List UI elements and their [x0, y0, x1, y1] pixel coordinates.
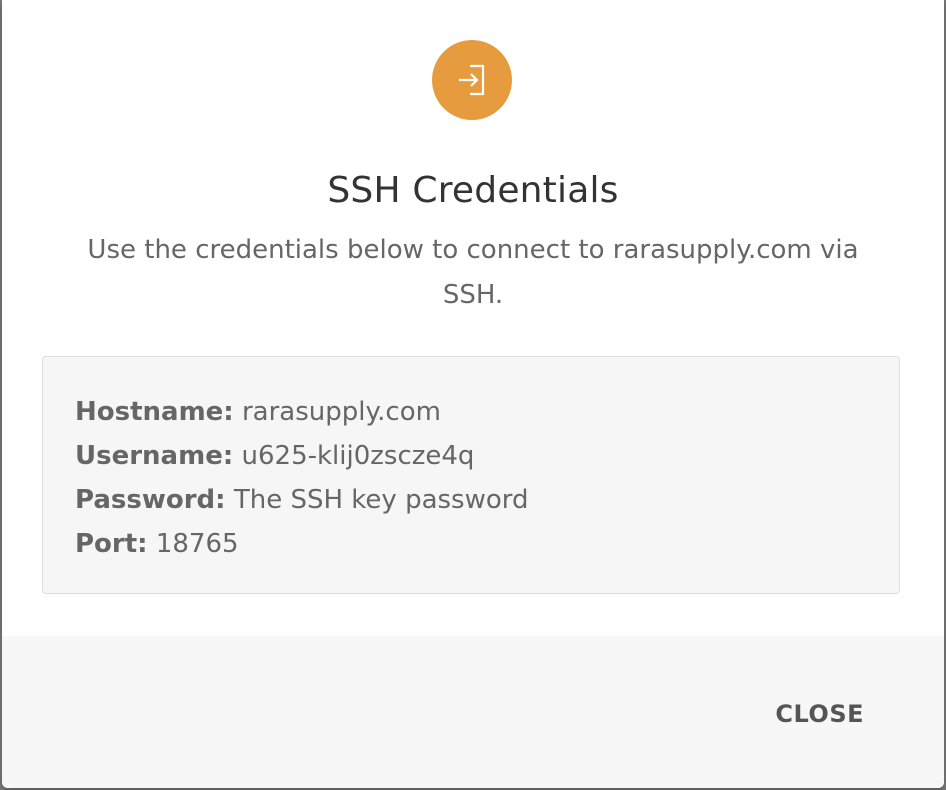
port-label: Port:: [75, 529, 148, 559]
dialog-title: SSH Credentials: [327, 170, 619, 211]
credential-row-hostname: Hostname: rarasupply.com: [75, 390, 899, 434]
login-arrow-icon: [459, 64, 485, 96]
hostname-label: Hostname:: [75, 397, 234, 427]
ssh-credentials-dialog: SSH Credentials Use the credentials belo…: [2, 0, 944, 788]
credential-row-port: Port: 18765: [75, 522, 899, 566]
credential-row-password: Password: The SSH key password: [75, 478, 899, 522]
credential-row-username: Username: u625-klij0zscze4q: [75, 434, 899, 478]
hostname-value: rarasupply.com: [241, 397, 441, 427]
dialog-footer: CLOSE: [2, 636, 944, 788]
dialog-icon-circle: [432, 40, 512, 120]
username-value: u625-klij0zscze4q: [241, 441, 475, 471]
password-label: Password:: [75, 485, 226, 515]
username-label: Username:: [75, 441, 234, 471]
dialog-subtitle: Use the credentials below to connect to …: [87, 235, 859, 310]
close-button[interactable]: CLOSE: [769, 696, 870, 732]
password-value: The SSH key password: [233, 485, 529, 515]
port-value: 18765: [155, 529, 239, 559]
credentials-box: Hostname: rarasupply.com Username: u625-…: [42, 356, 900, 594]
